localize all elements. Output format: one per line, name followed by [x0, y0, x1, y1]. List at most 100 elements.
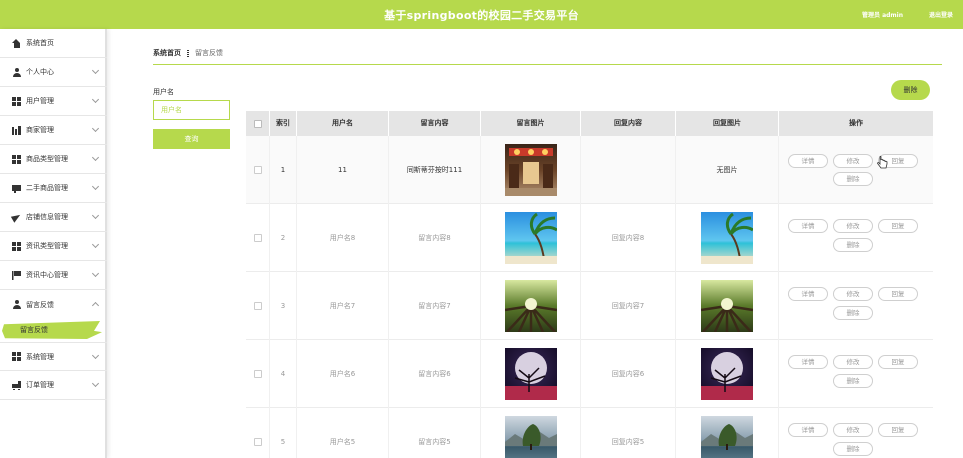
reply-button[interactable]: 回复: [878, 219, 918, 233]
sidebar-item-label: 商品类型管理: [26, 155, 68, 163]
sidebar-item-label: 店铺信息管理: [26, 213, 68, 221]
home-icon: [12, 38, 21, 48]
row-image-cell: [481, 204, 581, 272]
username-search-input[interactable]: [153, 100, 230, 120]
grid-icon: [12, 352, 21, 361]
row-username: 11: [297, 136, 389, 204]
sidebar-item-label: 用户管理: [26, 97, 54, 105]
row-content: 留言内容7: [389, 272, 481, 340]
reply-button[interactable]: 回复: [878, 287, 918, 301]
sidebar-item-user-management[interactable]: 用户管理: [0, 87, 107, 116]
row-select-cell: [246, 340, 270, 408]
delete-button[interactable]: 删除: [833, 172, 873, 186]
logout-link[interactable]: 退出登录: [929, 10, 953, 19]
row-content: 留言内容8: [389, 204, 481, 272]
forest-photo: [701, 280, 753, 332]
detail-button[interactable]: 详情: [788, 355, 828, 369]
row-username: 用户名6: [297, 340, 389, 408]
chevron-down-icon: [91, 211, 100, 220]
row-image-cell: [481, 136, 581, 204]
table-header: 索引 用户名 留言内容 留言图片 回复内容 回复图片 操作: [246, 111, 933, 136]
delete-button[interactable]: 删除: [833, 374, 873, 388]
row-reply-image: 无图片: [676, 136, 779, 204]
edit-button[interactable]: 修改: [833, 423, 873, 437]
row-username: 用户名5: [297, 408, 389, 458]
sidebar-item-merchant-management[interactable]: 商家管理: [0, 116, 107, 145]
table-row: 1 11 同斯蒂芬按时111 无图片 详情 修改 回复 删除: [246, 136, 933, 204]
active-highlight: [2, 321, 102, 339]
row-select-cell: [246, 408, 270, 458]
chevron-down-icon: [91, 66, 100, 75]
row-index: 2: [270, 204, 297, 272]
shop-interior-photo: [504, 144, 557, 196]
sidebar-item-shop-info-management[interactable]: 店铺信息管理: [0, 203, 107, 232]
current-user: 管理员 admin: [862, 12, 904, 19]
detail-button[interactable]: 详情: [788, 219, 828, 233]
batch-delete-button[interactable]: 删除: [891, 80, 930, 100]
row-checkbox[interactable]: [253, 166, 262, 174]
hand-cursor-icon: [877, 156, 888, 169]
row-checkbox[interactable]: [253, 302, 262, 310]
row-select-cell: [246, 204, 270, 272]
row-reply: 回复内容7: [581, 272, 676, 340]
lake-tree-photo: [701, 416, 753, 458]
row-index: 3: [270, 272, 297, 340]
edit-button[interactable]: 修改: [833, 154, 873, 168]
breadcrumb-current: 留言反馈: [195, 49, 223, 57]
select-all-checkbox[interactable]: [253, 119, 262, 128]
user-icon: [12, 67, 21, 77]
row-actions: 详情 修改 回复 删除: [779, 340, 933, 408]
edit-button[interactable]: 修改: [833, 287, 873, 301]
lake-tree-photo: [504, 416, 557, 458]
col-header-username: 用户名: [297, 111, 389, 136]
breadcrumb: 系统首页 留言反馈: [153, 48, 223, 58]
col-header-reply-image: 回复图片: [676, 111, 779, 136]
chevron-down-icon: [91, 379, 100, 388]
reply-button[interactable]: 回复: [878, 423, 918, 437]
edit-button[interactable]: 修改: [833, 355, 873, 369]
sidebar-item-feedback[interactable]: 留言反馈: [0, 290, 107, 319]
sidebar-item-label: 个人中心: [26, 68, 54, 76]
sidebar-item-personal-center[interactable]: 个人中心: [0, 58, 107, 87]
grid-icon: [12, 154, 21, 164]
delete-button[interactable]: 删除: [833, 238, 873, 252]
detail-button[interactable]: 详情: [788, 423, 828, 437]
table-row: 3 用户名7 留言内容7 回复内容7 详情 修改 回复 删除: [246, 272, 933, 340]
breadcrumb-home[interactable]: 系统首页: [153, 48, 181, 58]
sidebar-item-secondhand-goods-management[interactable]: 二手商品管理: [0, 174, 107, 203]
sidebar-item-order-management[interactable]: 订单管理: [0, 371, 107, 400]
sidebar-subitem-feedback[interactable]: 留言反馈: [0, 319, 107, 341]
reply-button[interactable]: 回复: [878, 355, 918, 369]
delete-button[interactable]: 删除: [833, 306, 873, 320]
query-button[interactable]: 查询: [153, 129, 230, 149]
row-index: 5: [270, 408, 297, 458]
chevron-down-icon: [91, 240, 100, 249]
table-row: 4 用户名6 留言内容6 回复内容6 详情 修改 回复 删除: [246, 340, 933, 408]
sidebar-item-system-management[interactable]: 系统管理: [0, 342, 107, 371]
sidebar-item-news-center-management[interactable]: 资讯中心管理: [0, 261, 107, 290]
chevron-down-icon: [91, 95, 100, 104]
chevron-up-icon: [91, 301, 100, 310]
edit-button[interactable]: 修改: [833, 219, 873, 233]
grid-icon: [12, 241, 21, 251]
delete-button[interactable]: 删除: [833, 442, 873, 456]
sidebar-item-label: 系统管理: [26, 352, 54, 361]
select-all-cell: [246, 111, 270, 136]
cart-icon: [12, 380, 21, 390]
search-label: 用户名: [153, 88, 174, 96]
sidebar-item-home[interactable]: 系统首页: [0, 29, 107, 58]
detail-button[interactable]: 详情: [788, 154, 828, 168]
grid-icon: [12, 96, 21, 106]
moon-tree-photo: [701, 348, 753, 400]
row-actions: 详情 修改 回复 删除: [779, 272, 933, 340]
row-checkbox[interactable]: [253, 234, 262, 242]
beach-photo: [701, 212, 753, 264]
row-reply: [581, 136, 676, 204]
row-checkbox[interactable]: [253, 438, 262, 446]
detail-button[interactable]: 详情: [788, 287, 828, 301]
breadcrumb-divider: [153, 64, 942, 65]
sidebar-item-news-type-management[interactable]: 资讯类型管理: [0, 232, 107, 261]
row-checkbox[interactable]: [253, 370, 262, 378]
sidebar-item-product-type-management[interactable]: 商品类型管理: [0, 145, 107, 174]
row-actions: 详情 修改 回复 删除: [779, 408, 933, 458]
